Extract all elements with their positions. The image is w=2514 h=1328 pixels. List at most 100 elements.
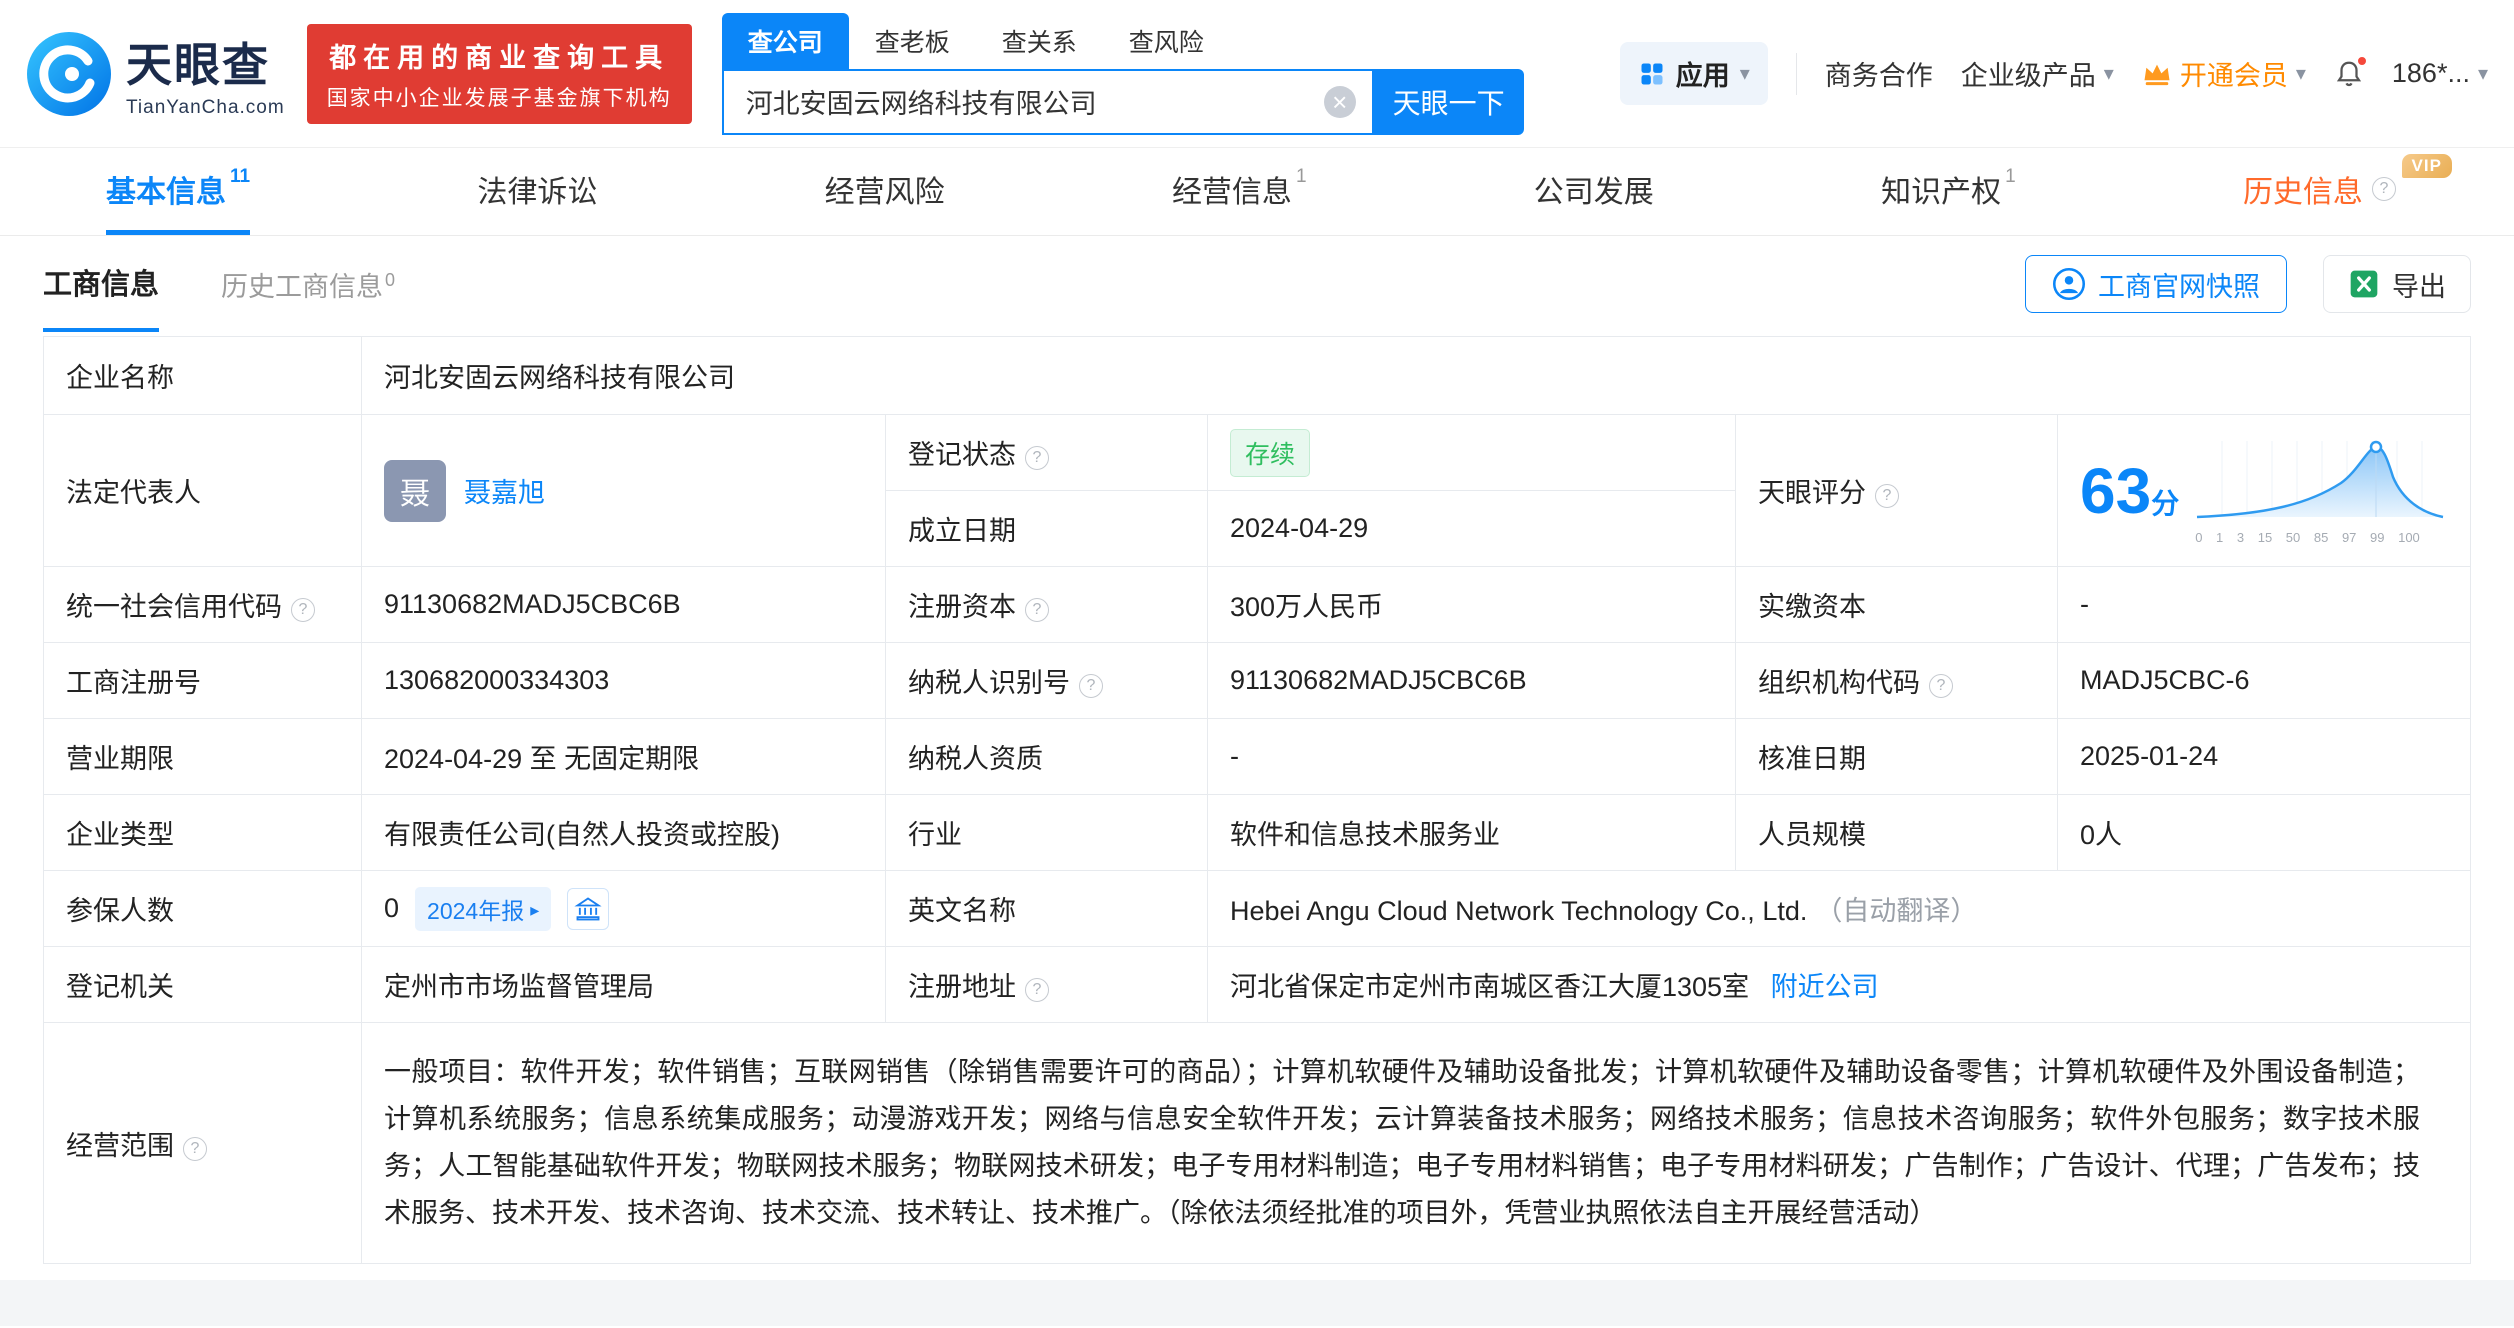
taxpayer-id-value: 91130682MADJ5CBC6B [1208, 643, 1736, 719]
tab-history-info[interactable]: 历史信息 VIP [2243, 148, 2396, 235]
menu-cooperation[interactable]: 商务合作 [1825, 54, 1933, 93]
account-menu[interactable]: 186*... [2392, 58, 2488, 89]
export-button[interactable]: 导出 [2323, 255, 2471, 313]
clear-icon[interactable] [1324, 86, 1356, 118]
tab-legal-litigation[interactable]: 法律诉讼 [477, 148, 597, 235]
credit-code-label: 统一社会信用代码 [44, 567, 362, 643]
account-label: 186*... [2392, 58, 2470, 89]
company-type-value: 有限责任公司(自然人投资或控股) [362, 795, 886, 871]
promo-line2: 国家中小企业发展子基金旗下机构 [327, 82, 672, 112]
tab-basic-info[interactable]: 基本信息 11 [106, 148, 250, 235]
table-row: 统一社会信用代码 91130682MADJ5CBC6B 注册资本 300万人民币… [44, 567, 2471, 643]
english-name-value: Hebei Angu Cloud Network Technology Co.,… [1230, 896, 1807, 926]
term-label: 营业期限 [44, 719, 362, 795]
social-security-icon-button[interactable] [567, 888, 609, 930]
taxpayer-id-label: 纳税人识别号 [886, 643, 1208, 719]
staff-size-value: 0人 [2058, 795, 2471, 871]
scope-label: 经营范围 [44, 1023, 362, 1264]
search-area: 查公司 查老板 查关系 查风险 天眼一下 [722, 13, 1524, 135]
chevron-down-icon [2478, 61, 2488, 86]
tab-intellectual-property[interactable]: 知识产权 1 [1881, 148, 2016, 235]
org-code-label: 组织机构代码 [1736, 643, 2058, 719]
menu-vip-label: 开通会员 [2180, 54, 2288, 93]
help-icon[interactable] [183, 1137, 207, 1161]
tab-operating-risk[interactable]: 经营风险 [825, 148, 945, 235]
legal-rep-name-link[interactable]: 聂嘉旭 [464, 471, 545, 510]
address-label: 注册地址 [886, 947, 1208, 1023]
crown-icon [2142, 61, 2172, 87]
apps-menu-label: 应用 [1676, 54, 1730, 93]
grid-icon [1638, 60, 1666, 88]
credit-code-label-text: 统一社会信用代码 [66, 592, 282, 622]
annual-report-label: 2024年报 [427, 892, 524, 926]
official-snapshot-button[interactable]: 工商官网快照 [2025, 255, 2287, 313]
promo-banner[interactable]: 都在用的商业查询工具 国家中小企业发展子基金旗下机构 [307, 24, 692, 124]
help-icon[interactable] [1929, 674, 1953, 698]
search-tab-boss[interactable]: 查老板 [849, 13, 976, 69]
company-type-label: 企业类型 [44, 795, 362, 871]
approval-date-value: 2025-01-24 [2058, 719, 2471, 795]
table-row: 法定代表人 聂 聂嘉旭 登记状态 存续 天眼评分 63分 [44, 415, 2471, 491]
help-icon[interactable] [2372, 177, 2396, 201]
apps-menu-button[interactable]: 应用 [1620, 42, 1768, 105]
scope-value: 一般项目：软件开发；软件销售；互联网销售（除销售需要许可的商品）；计算机软硬件及… [384, 1023, 2448, 1263]
tab-label: 经营信息 [1172, 167, 1292, 211]
menu-open-vip[interactable]: 开通会员 [2142, 54, 2306, 93]
reg-capital-label-text: 注册资本 [908, 592, 1016, 622]
chevron-down-icon [1740, 61, 1750, 86]
company-name-label: 企业名称 [44, 337, 362, 415]
auto-translate-note: （自动翻译） [1815, 896, 1977, 926]
tab-label: 经营风险 [825, 167, 945, 211]
scope-cell: 一般项目：软件开发；软件销售；互联网销售（除销售需要许可的商品）；计算机软硬件及… [362, 1023, 2471, 1264]
notification-bell[interactable] [2334, 58, 2364, 90]
subtab-business-info[interactable]: 工商信息 [43, 236, 159, 332]
table-row: 登记机关 定州市市场监督管理局 注册地址 河北省保定市定州市南城区香江大厦130… [44, 947, 2471, 1023]
taxpayer-quality-value: - [1208, 719, 1736, 795]
help-icon[interactable] [1025, 446, 1049, 470]
search-tab-company[interactable]: 查公司 [722, 13, 849, 69]
search-button[interactable]: 天眼一下 [1374, 69, 1524, 135]
reg-number-label: 工商注册号 [44, 643, 362, 719]
score-label-text: 天眼评分 [1758, 478, 1866, 508]
excel-icon [2348, 268, 2380, 300]
nearby-companies-link[interactable]: 附近公司 [1771, 972, 1879, 1002]
tab-count: 1 [1296, 166, 1307, 188]
search-tab-risk[interactable]: 查风险 [1103, 13, 1230, 69]
reg-status-label-text: 登记状态 [908, 440, 1016, 470]
annual-report-badge[interactable]: 2024年报 [415, 887, 551, 931]
taxpayer-quality-label: 纳税人资质 [886, 719, 1208, 795]
menu-enterprise-product[interactable]: 企业级产品 [1961, 54, 2114, 93]
score-cell[interactable]: 63分 [2058, 415, 2471, 567]
search-input[interactable] [722, 69, 1374, 135]
authority-label: 登记机关 [44, 947, 362, 1023]
tab-count: 11 [230, 166, 250, 188]
score-curve-chart [2195, 437, 2445, 521]
address-label-text: 注册地址 [908, 972, 1016, 1002]
tab-company-development[interactable]: 公司发展 [1534, 148, 1654, 235]
tab-count: 1 [2005, 166, 2016, 188]
help-icon[interactable] [1025, 978, 1049, 1002]
person-badge-icon [2052, 267, 2086, 301]
subtab-history-business-info[interactable]: 历史工商信息0 [221, 265, 395, 304]
tab-label: 历史信息 [2243, 167, 2363, 211]
search-tab-relation[interactable]: 查关系 [976, 13, 1103, 69]
tab-label: 知识产权 [1881, 167, 2001, 211]
brand-name: 天眼查 [126, 29, 285, 95]
help-icon[interactable] [1875, 484, 1899, 508]
help-icon[interactable] [1025, 598, 1049, 622]
address-value: 河北省保定市定州市南城区香江大厦1305室 [1230, 972, 1749, 1002]
legal-rep-cell: 聂 聂嘉旭 [362, 415, 886, 567]
help-icon[interactable] [1079, 674, 1103, 698]
legal-rep-label: 法定代表人 [44, 415, 362, 567]
credit-code-value: 91130682MADJ5CBC6B [362, 567, 886, 643]
page-bottom-strip [0, 1280, 2514, 1326]
score-unit: 分 [2151, 488, 2179, 519]
reg-capital-value: 300万人民币 [1208, 567, 1736, 643]
tab-operating-info[interactable]: 经营信息 1 [1172, 148, 1307, 235]
help-icon[interactable] [291, 598, 315, 622]
search-row: 天眼一下 [722, 69, 1524, 135]
taxpayer-id-label-text: 纳税人识别号 [908, 668, 1070, 698]
brand-logo[interactable]: 天眼查 TianYanCha.com [26, 29, 285, 119]
legal-rep-avatar[interactable]: 聂 [384, 460, 446, 522]
notification-dot [2356, 55, 2368, 67]
